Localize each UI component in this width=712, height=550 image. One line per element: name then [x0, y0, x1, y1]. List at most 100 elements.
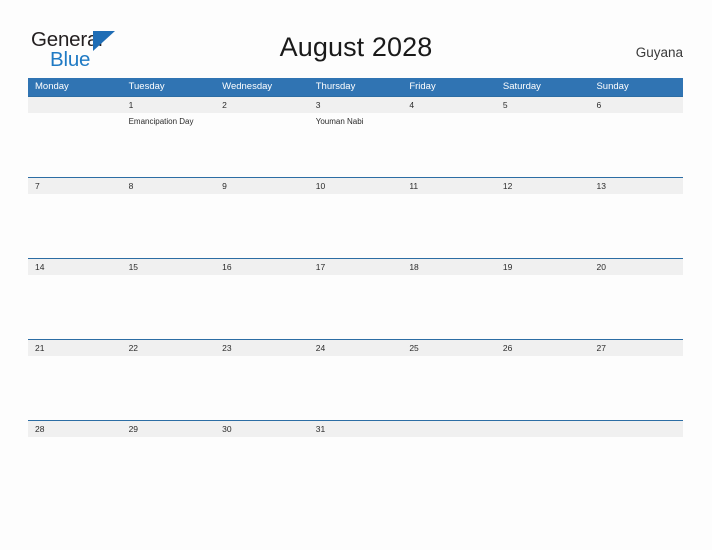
- date-number[interactable]: 11: [402, 178, 496, 194]
- day-of-week-header-row: Monday Tuesday Wednesday Thursday Friday…: [28, 78, 683, 96]
- event-label: Emancipation Day: [128, 117, 194, 126]
- day-cell[interactable]: [28, 194, 122, 258]
- week-row: 28 29 30 31: [28, 420, 683, 501]
- date-number[interactable]: 1: [122, 97, 216, 113]
- day-cell[interactable]: [589, 356, 683, 420]
- day-cell[interactable]: [496, 113, 590, 177]
- day-cell[interactable]: [28, 356, 122, 420]
- date-number[interactable]: 3: [309, 97, 403, 113]
- dow-thursday: Thursday: [315, 81, 356, 92]
- date-number[interactable]: 23: [215, 340, 309, 356]
- dow-monday: Monday: [35, 81, 69, 92]
- date-number[interactable]: 13: [589, 178, 683, 194]
- day-cell[interactable]: [215, 437, 309, 501]
- week-date-strip: 1 2 3 4 5 6: [28, 96, 683, 113]
- day-cell[interactable]: [496, 194, 590, 258]
- day-cell[interactable]: [589, 194, 683, 258]
- week-date-strip: 7 8 9 10 11 12 13: [28, 177, 683, 194]
- date-number[interactable]: 7: [28, 178, 122, 194]
- date-number[interactable]: [28, 97, 122, 113]
- day-cell[interactable]: [496, 437, 590, 501]
- week-row: 14 15 16 17 18 19 20: [28, 258, 683, 339]
- date-number[interactable]: 26: [496, 340, 590, 356]
- date-number[interactable]: 9: [215, 178, 309, 194]
- day-cell[interactable]: [589, 113, 683, 177]
- day-cell[interactable]: [309, 356, 403, 420]
- date-number[interactable]: [589, 421, 683, 437]
- date-number[interactable]: 31: [309, 421, 403, 437]
- date-number[interactable]: 18: [402, 259, 496, 275]
- dow-saturday: Saturday: [502, 81, 541, 92]
- date-number[interactable]: 4: [402, 97, 496, 113]
- week-event-strip: [28, 194, 683, 258]
- day-cell[interactable]: [402, 275, 496, 339]
- calendar-page: General Blue August 2028 Guyana Monday T…: [0, 0, 712, 550]
- date-number[interactable]: [402, 421, 496, 437]
- date-number[interactable]: [496, 421, 590, 437]
- day-cell[interactable]: [28, 275, 122, 339]
- date-number[interactable]: 29: [122, 421, 216, 437]
- day-cell[interactable]: [402, 113, 496, 177]
- date-number[interactable]: 24: [309, 340, 403, 356]
- date-number[interactable]: 12: [496, 178, 590, 194]
- day-cell[interactable]: [122, 275, 216, 339]
- day-cell[interactable]: [215, 356, 309, 420]
- day-cell[interactable]: [496, 356, 590, 420]
- date-number[interactable]: 14: [28, 259, 122, 275]
- date-number[interactable]: 2: [215, 97, 309, 113]
- day-cell[interactable]: [309, 275, 403, 339]
- date-number[interactable]: 28: [28, 421, 122, 437]
- day-cell[interactable]: [215, 194, 309, 258]
- date-number[interactable]: 25: [402, 340, 496, 356]
- date-number[interactable]: 19: [496, 259, 590, 275]
- date-number[interactable]: 30: [215, 421, 309, 437]
- date-number[interactable]: 8: [122, 178, 216, 194]
- date-number[interactable]: 22: [122, 340, 216, 356]
- date-number[interactable]: 6: [589, 97, 683, 113]
- date-number[interactable]: 16: [215, 259, 309, 275]
- week-event-strip: [28, 437, 683, 501]
- day-cell[interactable]: [122, 356, 216, 420]
- calendar-grid: Monday Tuesday Wednesday Thursday Friday…: [28, 78, 683, 501]
- day-cell[interactable]: [122, 437, 216, 501]
- dow-wednesday: Wednesday: [222, 81, 273, 92]
- day-cell[interactable]: [589, 275, 683, 339]
- day-cell[interactable]: [215, 113, 309, 177]
- day-cell[interactable]: [122, 194, 216, 258]
- week-row: 7 8 9 10 11 12 13: [28, 177, 683, 258]
- date-number[interactable]: 27: [589, 340, 683, 356]
- country-label: Guyana: [635, 45, 683, 60]
- date-number[interactable]: 21: [28, 340, 122, 356]
- date-number[interactable]: 15: [122, 259, 216, 275]
- day-cell[interactable]: [496, 275, 590, 339]
- week-date-strip: 21 22 23 24 25 26 27: [28, 339, 683, 356]
- day-cell[interactable]: [215, 275, 309, 339]
- day-cell[interactable]: [402, 437, 496, 501]
- week-row: 21 22 23 24 25 26 27: [28, 339, 683, 420]
- dow-tuesday: Tuesday: [128, 81, 165, 92]
- date-number[interactable]: 20: [589, 259, 683, 275]
- week-event-strip: Emancipation Day Youman Nabi: [28, 113, 683, 177]
- date-number[interactable]: 17: [309, 259, 403, 275]
- day-cell[interactable]: [28, 113, 122, 177]
- day-cell[interactable]: Emancipation Day: [122, 113, 216, 177]
- day-cell[interactable]: [402, 356, 496, 420]
- dow-sunday: Sunday: [596, 81, 629, 92]
- page-title: August 2028: [279, 32, 433, 62]
- day-cell[interactable]: [309, 194, 403, 258]
- date-number[interactable]: 10: [309, 178, 403, 194]
- week-date-strip: 28 29 30 31: [28, 420, 683, 437]
- day-cell[interactable]: Youman Nabi: [309, 113, 403, 177]
- date-number[interactable]: 5: [496, 97, 590, 113]
- event-label: Youman Nabi: [315, 117, 364, 126]
- week-event-strip: [28, 275, 683, 339]
- page-header: General Blue August 2028 Guyana: [0, 0, 712, 78]
- day-cell[interactable]: [589, 437, 683, 501]
- day-cell[interactable]: [28, 437, 122, 501]
- week-event-strip: [28, 356, 683, 420]
- week-row: 1 2 3 4 5 6 Emancipation Day Youman Nabi: [28, 96, 683, 177]
- dow-friday: Friday: [409, 81, 436, 92]
- day-cell[interactable]: [309, 437, 403, 501]
- week-date-strip: 14 15 16 17 18 19 20: [28, 258, 683, 275]
- day-cell[interactable]: [402, 194, 496, 258]
